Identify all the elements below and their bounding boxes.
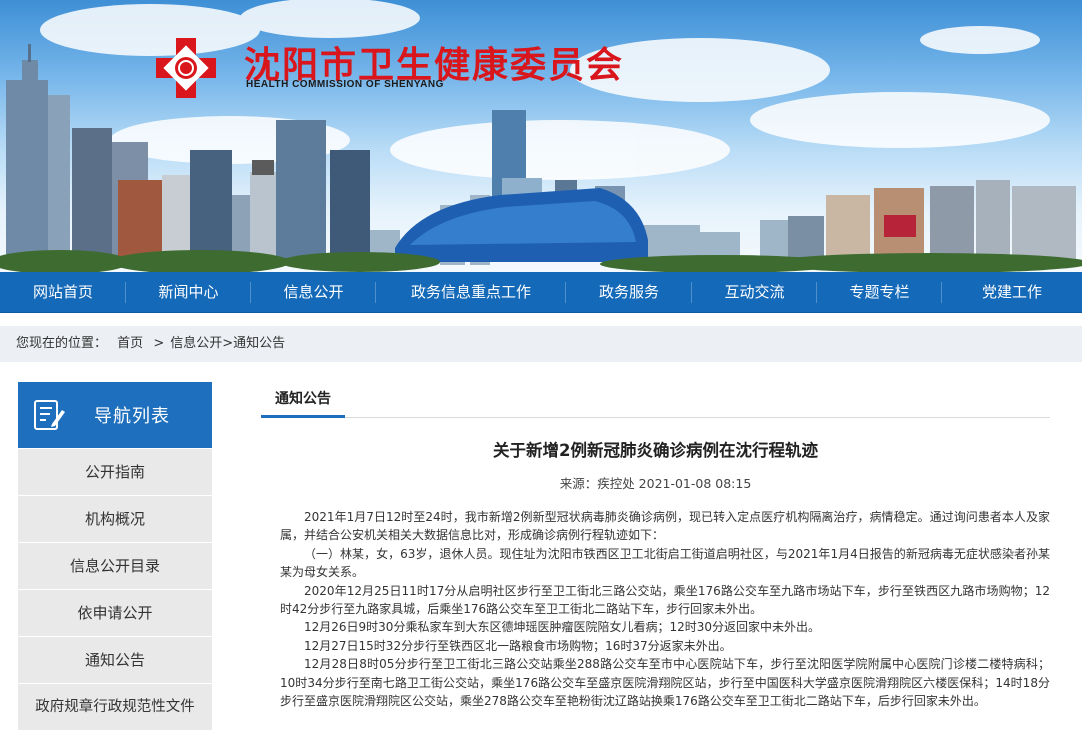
- breadcrumb-home-link[interactable]: 首页: [117, 336, 143, 351]
- red-cross-diamond-logo-icon: [156, 38, 216, 98]
- tab-notices[interactable]: 通知公告: [261, 382, 345, 418]
- site-subtitle: HEALTH COMMISSION OF SHENYANG: [246, 79, 444, 90]
- sidebar-item-apply[interactable]: 依申请公开: [18, 589, 212, 636]
- nav-item-gov-services[interactable]: 政务服务: [566, 272, 692, 313]
- breadcrumb-current-link[interactable]: 通知公告: [233, 336, 285, 351]
- sidebar-item-catalog[interactable]: 信息公开目录: [18, 542, 212, 589]
- sidebar-item-guide[interactable]: 公开指南: [18, 448, 212, 495]
- site-banner: 沈阳市卫生健康委员会 HEALTH COMMISSION OF SHENYANG: [0, 0, 1082, 272]
- nav-item-topics[interactable]: 专题专栏: [817, 272, 942, 313]
- nav-item-home[interactable]: 网站首页: [0, 272, 126, 313]
- nav-item-info-disclosure[interactable]: 信息公开: [251, 272, 376, 313]
- nav-item-party-building[interactable]: 党建工作: [942, 272, 1082, 313]
- article-title: 关于新增2例新冠肺炎确诊病例在沈行程轨迹: [493, 441, 818, 460]
- nav-item-news[interactable]: 新闻中心: [126, 272, 251, 313]
- breadcrumb-separator: >: [222, 336, 234, 351]
- article-paragraph: （一）林某，女，63岁，退休人员。现住址为沈阳市铁西区卫工北街启工街道启明社区，…: [280, 546, 1050, 580]
- article-paragraph: 2021年1月7日12时至24时，我市新增2例新型冠状病毒肺炎确诊病例，现已转入…: [280, 510, 1050, 543]
- content-tab-bar: 通知公告: [261, 382, 1050, 418]
- article-meta: 来源：疾控处 2021-01-08 08:15: [559, 476, 752, 491]
- sidebar-item-regulations[interactable]: 政府规章行政规范性文件: [18, 683, 212, 730]
- breadcrumb-separator: >: [153, 336, 165, 351]
- sidebar-item-organization[interactable]: 机构概况: [18, 495, 212, 542]
- article-content: 通知公告 关于新增2例新冠肺炎确诊病例在沈行程轨迹 来源：疾控处 2021-01…: [261, 382, 1050, 710]
- article-body: 2021年1月7日12时至24时，我市新增2例新型冠状病毒肺炎确诊病例，现已转入…: [261, 508, 1050, 710]
- main-nav: 网站首页 新闻中心 信息公开 政务信息重点工作 政务服务 互动交流 专题专栏 党…: [0, 272, 1082, 313]
- article-paragraph: 12月28日8时05分步行至卫工街北三路公交站乘坐288路公交车至市中心医院站下…: [280, 657, 1050, 709]
- nav-item-interaction[interactable]: 互动交流: [692, 272, 817, 313]
- breadcrumb: 您现在的位置： 首页 > 信息公开>通知公告: [0, 326, 1082, 362]
- article-paragraph: 2020年12月25日11时17分从启明社区步行至卫工街北三路公交站，乘坐176…: [280, 583, 1050, 617]
- nav-item-key-work[interactable]: 政务信息重点工作: [376, 272, 566, 313]
- sidebar-item-notices[interactable]: 通知公告: [18, 636, 212, 683]
- article-paragraph: 12月27日15时32分步行至铁西区北一路粮食市场购物；16时37分返家未外出。: [304, 638, 732, 653]
- breadcrumb-info-link[interactable]: 信息公开: [170, 336, 222, 351]
- sidebar: 导航列表 公开指南 机构概况 信息公开目录 依申请公开 通知公告 政府规章行政规…: [18, 382, 212, 730]
- sidebar-header: 导航列表: [18, 382, 212, 448]
- document-edit-icon: [34, 400, 65, 430]
- article-paragraph: 12月26日9时30分乘私家车到大东区德坤瑶医肿瘤医院陪女儿看病；12时30分返…: [304, 620, 820, 635]
- sidebar-title: 导航列表: [94, 406, 170, 427]
- breadcrumb-prefix: 您现在的位置：: [16, 336, 108, 351]
